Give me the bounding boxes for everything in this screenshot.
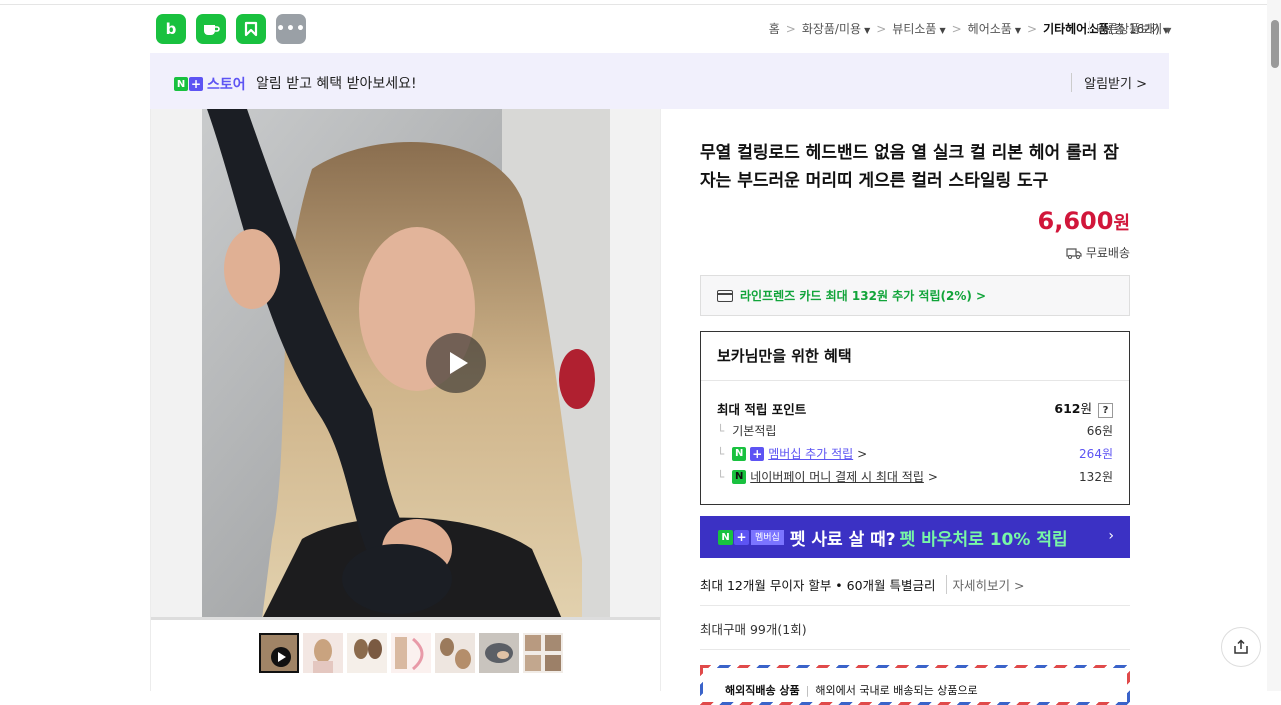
shipping-info: 무료배송 bbox=[1066, 244, 1130, 261]
chevron-right-icon: > bbox=[857, 446, 868, 461]
benefit-header: 보카님만을 위한 혜택 bbox=[701, 332, 1129, 381]
breadcrumb-separator: > bbox=[785, 21, 796, 36]
naver-plus-store-logo: N + 스토어 bbox=[174, 74, 246, 94]
blog-icon[interactable]: b bbox=[156, 14, 186, 44]
installment-more-link[interactable]: 자세히보기 > bbox=[945, 575, 1024, 594]
divider bbox=[700, 605, 1130, 606]
chevron-right-icon: > bbox=[927, 469, 938, 484]
npay-link[interactable]: 네이버페이 머니 결제 시 최대 적립 bbox=[750, 468, 924, 485]
pet-voucher-promo[interactable]: N + 멤버십 펫 사료 살 때? 펫 바우처로 10% 적립 › bbox=[700, 516, 1130, 558]
max-points-row: 최대 적립 포인트 612원? bbox=[717, 398, 1113, 418]
product-video[interactable] bbox=[202, 109, 610, 619]
product-title: 무열 컬링로드 헤드밴드 없음 열 실크 컬 리본 헤어 롤러 잠자는 부드러운… bbox=[700, 143, 1119, 191]
thumbnail-image[interactable] bbox=[347, 633, 387, 673]
breadcrumb-separator: > bbox=[951, 21, 962, 36]
caret-down-icon: ▼ bbox=[939, 26, 946, 35]
cafe-icon[interactable] bbox=[196, 14, 226, 44]
breadcrumb-separator: > bbox=[876, 21, 887, 36]
other-products-link[interactable]: 다른상품보기 ▼ bbox=[1096, 20, 1171, 37]
breadcrumb-level1[interactable]: 화장품/미용 ▼ bbox=[802, 20, 870, 37]
breadcrumb-home[interactable]: 홈 bbox=[769, 20, 780, 37]
share-button[interactable] bbox=[1221, 627, 1261, 667]
caret-down-icon: ▼ bbox=[864, 26, 871, 35]
chevron-right-icon: › bbox=[1108, 528, 1114, 544]
max-purchase: 최대구매 99개(1회) bbox=[700, 622, 807, 637]
basic-points-row: └ 기본적립 66원 bbox=[717, 423, 1113, 439]
membership-badge: N + 멤버십 bbox=[718, 529, 784, 545]
breadcrumb-divider bbox=[1089, 21, 1090, 33]
store-k-icon[interactable] bbox=[236, 14, 266, 44]
npay-points-row: └ N 네이버페이 머니 결제 시 최대 적립 > 132원 bbox=[717, 468, 1113, 485]
store-notify-banner: N + 스토어 알림 받고 혜택 받아보세요! 알림받기 > bbox=[150, 53, 1169, 109]
thumbnail-image[interactable] bbox=[391, 633, 431, 673]
installment-info: 최대 12개월 무이자 할부 • 60개월 특별금리 자세히보기 > bbox=[700, 575, 1024, 594]
page-scrollbar[interactable] bbox=[1267, 0, 1281, 691]
play-icon[interactable] bbox=[426, 333, 486, 393]
share-icon bbox=[1234, 639, 1248, 654]
overseas-shipping-notice: 해외직배송 상품 | 해외에서 국내로 배송되는 상품으로 bbox=[700, 665, 1130, 705]
service-shortcuts: b ••• bbox=[156, 14, 306, 44]
more-icon[interactable]: ••• bbox=[276, 14, 306, 44]
membership-link[interactable]: 멤버십 추가 적립 bbox=[768, 445, 853, 462]
scrollbar-thumb[interactable] bbox=[1271, 20, 1279, 68]
help-icon[interactable]: ? bbox=[1098, 403, 1113, 418]
thumbnail-video[interactable] bbox=[259, 633, 299, 673]
banner-message: 알림 받고 혜택 받아보세요! bbox=[256, 76, 417, 92]
video-progress-bar[interactable] bbox=[151, 617, 660, 620]
membership-points-row: └ N + 멤버십 추가 적립 > 264원 bbox=[717, 445, 1113, 462]
media-panel bbox=[150, 109, 661, 691]
npay-icon: N bbox=[732, 469, 747, 484]
caret-down-icon: ▼ bbox=[1014, 26, 1021, 35]
thumbnail-image[interactable] bbox=[435, 633, 475, 673]
thumbnail-image[interactable] bbox=[479, 633, 519, 673]
top-divider bbox=[0, 4, 1281, 5]
breadcrumb-level3[interactable]: 헤어소품 ▼ bbox=[968, 20, 1021, 37]
naver-n-icon: N bbox=[732, 446, 747, 461]
thumbnail-image[interactable] bbox=[303, 633, 343, 673]
divider bbox=[700, 649, 1130, 650]
thumbnail-list bbox=[259, 633, 563, 673]
caret-down-icon: ▼ bbox=[1165, 26, 1172, 35]
card-benefit-text: 라인프렌즈 카드 최대 132원 추가 적립(2%) > bbox=[740, 289, 987, 303]
product-price: 6,600원 bbox=[1037, 207, 1130, 235]
breadcrumb-separator: > bbox=[1027, 21, 1038, 36]
breadcrumb-level2[interactable]: 뷰티소품 ▼ bbox=[892, 20, 945, 37]
credit-card-icon bbox=[717, 289, 733, 302]
thumbnail-image[interactable] bbox=[523, 633, 563, 673]
truck-icon bbox=[1066, 247, 1082, 259]
plus-icon: + bbox=[750, 446, 765, 461]
card-benefit-banner[interactable]: 라인프렌즈 카드 최대 132원 추가 적립(2%) > bbox=[700, 275, 1130, 316]
member-benefit-box: 보카님만을 위한 혜택 최대 적립 포인트 612원? └ 기본적립 66원 └ N… bbox=[700, 331, 1130, 505]
notify-button[interactable]: 알림받기 > bbox=[1071, 73, 1147, 92]
